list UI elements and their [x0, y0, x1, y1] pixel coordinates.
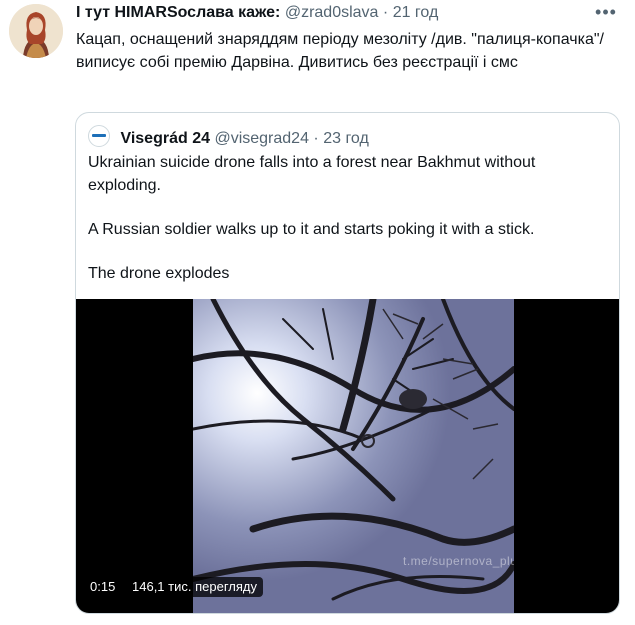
more-options-button[interactable]: ••• — [589, 2, 623, 24]
author-handle[interactable]: @zrad0slava — [285, 4, 379, 21]
video-watermark: t.me/supernova_plus — [403, 554, 514, 568]
video-duration: 0:15 — [84, 577, 122, 597]
more-dots-icon: ••• — [595, 2, 617, 22]
quoted-author-handle: @visegrad24 — [214, 130, 309, 147]
separator-dot: · — [313, 130, 319, 147]
quoted-tweet[interactable]: Visegrád 24 @visegrad24 · 23 год Ukraini… — [75, 112, 620, 614]
quoted-tweet-text: Ukrainian suicide drone falls into a for… — [88, 151, 603, 306]
quoted-author-avatar[interactable] — [88, 125, 110, 147]
author-avatar[interactable] — [9, 4, 63, 58]
tweet-text: Кацап, оснащений знаряддям періоду мезол… — [76, 31, 604, 71]
quoted-tweet-header: Visegrád 24 @visegrad24 · 23 год — [88, 125, 369, 147]
tweet-header: І тут HIMARSослава каже: @zrad0slava · 2… — [76, 4, 595, 28]
avatar-portrait-icon — [9, 4, 63, 58]
quoted-timestamp: 23 год — [323, 130, 369, 147]
video-frame[interactable]: t.me/supernova_plus — [193, 299, 514, 613]
author-name[interactable]: І тут HIMARSослава каже: — [76, 4, 280, 21]
tweet-timestamp[interactable]: 21 год — [393, 4, 439, 21]
quoted-paragraph: A Russian soldier walks up to it and sta… — [88, 221, 535, 238]
separator-dot: · — [382, 4, 389, 21]
quoted-paragraph: Ukrainian suicide drone falls into a for… — [88, 154, 536, 194]
video-view-count: 146,1 тис. перегляду — [126, 577, 263, 597]
quoted-paragraph: The drone explodes — [88, 265, 230, 282]
quoted-author-name: Visegrád 24 — [120, 130, 210, 147]
video-player[interactable]: t.me/supernova_plus 0:15 146,1 тис. пере… — [76, 299, 619, 613]
